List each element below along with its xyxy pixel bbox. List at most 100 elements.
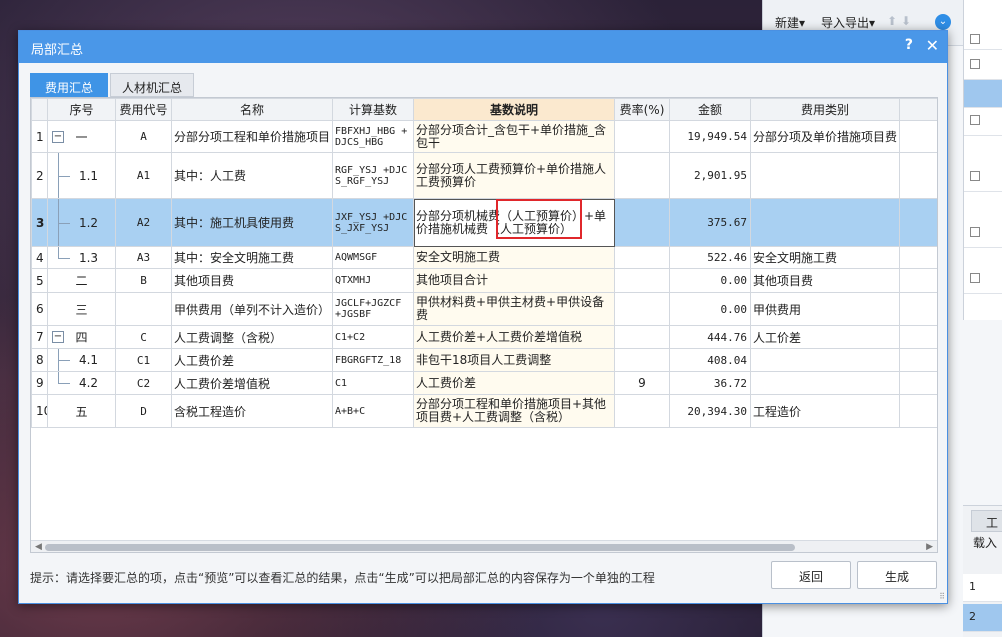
desc-cell[interactable]: 非包干18项目人工费调整 — [413, 348, 615, 372]
rate-cell[interactable] — [614, 246, 670, 269]
desc-cell[interactable]: 人工费价差+人工费价差增值税 — [413, 325, 615, 349]
code-cell[interactable]: A — [115, 120, 172, 153]
header-amount[interactable]: 金额 — [669, 98, 751, 121]
side-grid-row[interactable]: 5 — [964, 266, 1002, 294]
name-cell[interactable]: 其中：施工机具使用费 — [171, 198, 333, 247]
desc-cell[interactable]: 人工费价差 — [413, 371, 615, 395]
category-cell[interactable]: 安全文明施工费 — [750, 246, 900, 269]
category-cell[interactable]: 其他项目费 — [750, 268, 900, 293]
dialog-title-bar[interactable]: 局部汇总 ? ✕ — [19, 31, 947, 63]
header-base-desc[interactable]: 基数说明 — [413, 98, 615, 121]
collapse-icon[interactable] — [970, 115, 980, 125]
horizontal-scrollbar[interactable]: ◀ ▶ — [31, 540, 937, 552]
header-base[interactable]: 计算基数 — [332, 98, 414, 121]
table-row-selected[interactable]: 3 1.2 A2 其中：施工机具使用费 JXF_YSJ +DJCS_JXF_YS… — [31, 198, 937, 247]
code-cell[interactable]: A2 — [115, 198, 172, 247]
side-grid-row[interactable]: 4 — [964, 220, 1002, 248]
code-cell[interactable]: C2 — [115, 371, 172, 395]
collapse-icon[interactable] — [970, 227, 980, 237]
category-cell[interactable] — [750, 198, 900, 247]
base-cell[interactable]: JGCLF+JGZCF +JGSBF — [332, 292, 414, 326]
collapse-icon[interactable] — [970, 59, 980, 69]
code-cell[interactable]: B — [115, 268, 172, 293]
table-row[interactable]: 7 − 四 C 人工费调整（含税） C1+C2 人工费价差+人工费价差增值税 4… — [31, 325, 937, 349]
name-cell[interactable]: 人工费价差 — [171, 348, 333, 372]
category-cell[interactable]: 工程造价 — [750, 394, 900, 428]
category-cell[interactable]: 甲供费用 — [750, 292, 900, 326]
base-cell[interactable]: RGF_YSJ +DJCS_RGF_YSJ — [332, 152, 414, 199]
scroll-left-icon[interactable]: ◀ — [35, 542, 42, 552]
import-export-button[interactable]: 导入导出▾ — [821, 14, 875, 31]
table-row[interactable]: 1 − 一 A 分部分项工程和单价措施项目 FBFXHJ_HBG +DJCS_H… — [31, 120, 937, 153]
desc-cell[interactable]: 其他项目合计 — [413, 268, 615, 293]
base-cell[interactable]: FBGRGFTZ_18 — [332, 348, 414, 372]
help-icon[interactable]: ? — [905, 37, 913, 53]
code-cell[interactable]: A1 — [115, 152, 172, 199]
category-cell[interactable] — [750, 371, 900, 395]
rate-cell[interactable] — [614, 152, 670, 199]
table-row[interactable]: 10 五 D 含税工程造价 A+B+C 分部分项工程和单价措施项目+其他项目费+… — [31, 394, 937, 428]
base-cell[interactable]: QTXMHJ — [332, 268, 414, 293]
header-category[interactable]: 费用类别 — [750, 98, 900, 121]
lower-row[interactable]: 2 — [963, 604, 1002, 632]
rate-cell[interactable] — [614, 198, 670, 247]
tab-labor-material-summary[interactable]: 人材机汇总 — [110, 73, 194, 97]
resize-grip-icon[interactable]: ⠿ — [939, 592, 945, 601]
category-cell[interactable]: 分部分项及单价措施项目费 — [750, 120, 900, 153]
side-grid-row[interactable]: 1 — [964, 52, 1002, 80]
desc-cell[interactable]: 安全文明施工费 — [413, 246, 615, 269]
desc-cell-editing[interactable]: 分部分项机械费（人工预算价）+单价措施机械费（人工预算价） — [413, 198, 615, 247]
rate-cell[interactable] — [614, 325, 670, 349]
name-cell[interactable]: 含税工程造价 — [171, 394, 333, 428]
close-icon[interactable]: ✕ — [926, 36, 939, 55]
collapse-icon[interactable] — [970, 34, 980, 44]
name-cell[interactable]: 人工费调整（含税） — [171, 325, 333, 349]
code-cell[interactable]: C1 — [115, 348, 172, 372]
desc-cell[interactable]: 甲供材料费+甲供主材费+甲供设备费 — [413, 292, 615, 326]
name-cell[interactable]: 其他项目费 — [171, 268, 333, 293]
table-row[interactable]: 6 三 甲供费用（单列不计入造价） JGCLF+JGZCF +JGSBF 甲供材… — [31, 292, 937, 326]
code-cell[interactable] — [115, 292, 172, 326]
header-name[interactable]: 名称 — [171, 98, 333, 121]
rate-cell[interactable] — [614, 120, 670, 153]
expand-down-icon[interactable]: ⌄ — [935, 14, 951, 30]
name-cell[interactable]: 甲供费用（单列不计入造价） — [171, 292, 333, 326]
table-row[interactable]: 8 4.1 C1 人工费价差 FBGRGFTZ_18 非包干18项目人工费调整 … — [31, 348, 937, 372]
category-cell[interactable] — [750, 152, 900, 199]
name-cell[interactable]: 其中：人工费 — [171, 152, 333, 199]
side-grid-row[interactable] — [964, 80, 1002, 108]
base-cell[interactable]: A+B+C — [332, 394, 414, 428]
new-button[interactable]: 新建▾ — [775, 14, 805, 31]
lower-row[interactable]: 1 — [963, 574, 1002, 602]
name-cell[interactable]: 人工费价差增值税 — [171, 371, 333, 395]
rate-cell[interactable]: 9 — [614, 371, 670, 395]
category-cell[interactable] — [750, 348, 900, 372]
name-cell[interactable]: 分部分项工程和单价措施项目 — [171, 120, 333, 153]
code-cell[interactable]: D — [115, 394, 172, 428]
category-cell[interactable]: 人工价差 — [750, 325, 900, 349]
lower-tab[interactable]: 工 — [971, 510, 1002, 532]
base-cell[interactable]: FBFXHJ_HBG +DJCS_HBG — [332, 120, 414, 153]
base-cell[interactable]: AQWMSGF — [332, 246, 414, 269]
table-row[interactable]: 9 4.2 C2 人工费价差增值税 C1 人工费价差 9 36.72 — [31, 371, 937, 395]
tab-fee-summary[interactable]: 费用汇总 — [30, 73, 108, 97]
collapse-icon[interactable] — [970, 171, 980, 181]
table-row[interactable]: 4 1.3 A3 其中：安全文明施工费 AQWMSGF 安全文明施工费 522.… — [31, 246, 937, 269]
desc-cell[interactable]: 分部分项工程和单价措施项目+其他项目费+人工费调整（含税） — [413, 394, 615, 428]
table-row[interactable]: 5 二 B 其他项目费 QTXMHJ 其他项目合计 0.00 其他项目费 — [31, 268, 937, 293]
move-up-down-icon[interactable]: ⬆⬇ — [887, 14, 915, 28]
code-cell[interactable]: C — [115, 325, 172, 349]
scroll-right-icon[interactable]: ▶ — [926, 542, 933, 552]
rate-cell[interactable] — [614, 394, 670, 428]
generate-button[interactable]: 生成 — [857, 561, 937, 589]
back-button[interactable]: 返回 — [771, 561, 851, 589]
table-row[interactable]: 2 1.1 A1 其中：人工费 RGF_YSJ +DJCS_RGF_YSJ 分部… — [31, 152, 937, 199]
rate-cell[interactable] — [614, 348, 670, 372]
load-label[interactable]: 载入 — [973, 534, 997, 551]
side-grid-row[interactable]: 3 — [964, 164, 1002, 192]
base-cell[interactable]: C1 — [332, 371, 414, 395]
code-cell[interactable]: A3 — [115, 246, 172, 269]
base-cell[interactable]: C1+C2 — [332, 325, 414, 349]
collapse-icon[interactable] — [970, 273, 980, 283]
header-rate[interactable]: 费率(%) — [614, 98, 670, 121]
